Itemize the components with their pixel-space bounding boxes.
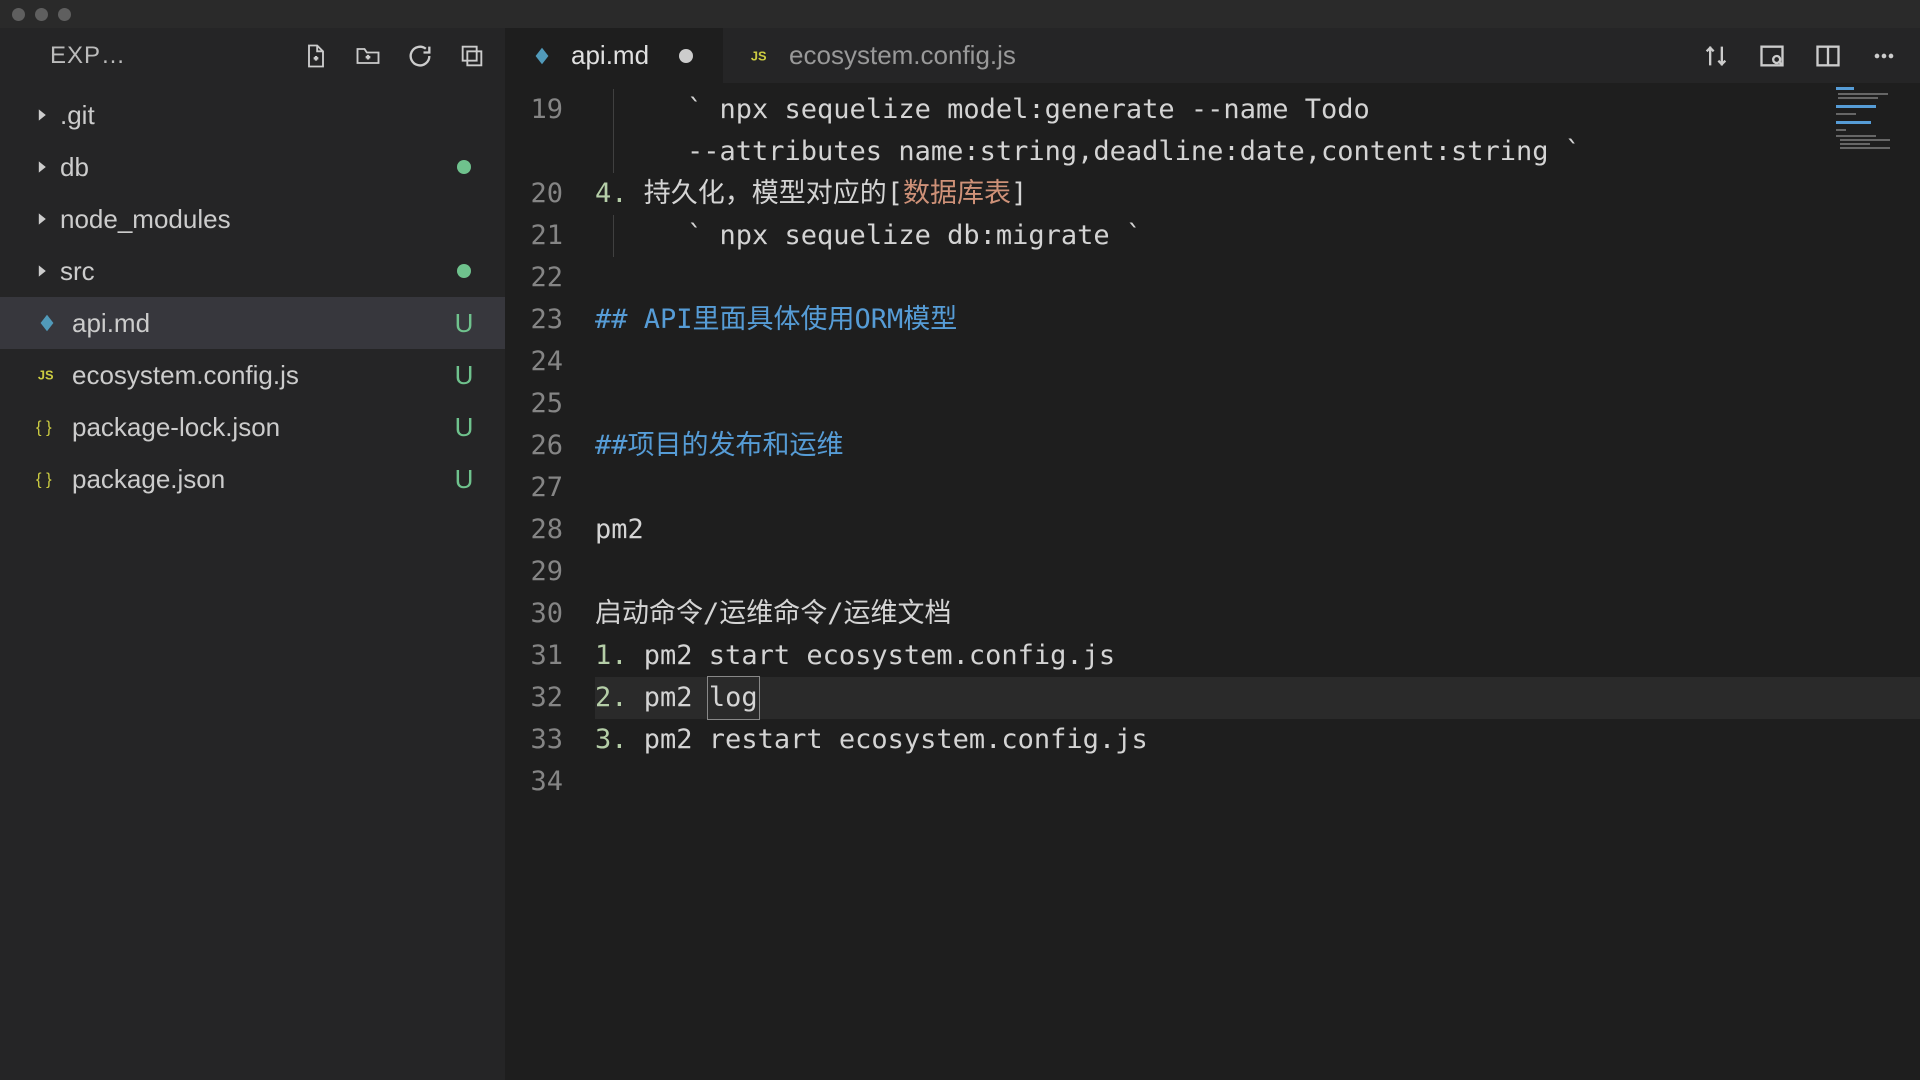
code-line[interactable] xyxy=(595,761,1920,803)
svg-text:JS: JS xyxy=(38,368,54,383)
modified-dot-icon xyxy=(679,49,693,63)
collapse-all-button[interactable] xyxy=(457,41,487,71)
preview-button[interactable] xyxy=(1754,38,1790,74)
line-number: 24 xyxy=(505,341,563,383)
folder-.git[interactable]: .git xyxy=(0,89,505,141)
line-number: 20 xyxy=(505,173,563,215)
chevron-right-icon xyxy=(32,212,54,226)
file-tree: .gitdbnode_modulessrcapi.mdUJSecosystem.… xyxy=(0,83,505,505)
tree-item-label: db xyxy=(60,152,457,183)
code-line[interactable]: --attributes name:string,deadline:date,c… xyxy=(595,131,1920,173)
git-status-badge: U xyxy=(449,360,479,391)
line-number: 23 xyxy=(505,299,563,341)
tab-label: ecosystem.config.js xyxy=(789,40,1016,71)
js-file-icon: JS xyxy=(745,45,775,67)
split-editor-button[interactable] xyxy=(1810,38,1846,74)
refresh-button[interactable] xyxy=(405,41,435,71)
git-status-badge: U xyxy=(449,308,479,339)
code-editor[interactable]: 19 202122232425262728293031323334 ` npx s… xyxy=(505,83,1920,1080)
json-file-icon: { } xyxy=(32,416,62,438)
line-number: 22 xyxy=(505,257,563,299)
file-api.md[interactable]: api.mdU xyxy=(0,297,505,349)
explorer-sidebar: EXP… .gitdbnode_modulessrcapi.mdUJSecosy… xyxy=(0,28,505,1080)
line-number: 25 xyxy=(505,383,563,425)
code-line[interactable]: ` npx sequelize model:generate --name To… xyxy=(595,89,1920,131)
chevron-right-icon xyxy=(32,264,54,278)
svg-text:{ }: { } xyxy=(36,419,52,437)
line-number: 34 xyxy=(505,761,563,803)
tab-ecosystem.config.js[interactable]: JS ecosystem.config.js xyxy=(723,28,1046,83)
code-line[interactable]: 3. pm2 restart ecosystem.config.js xyxy=(595,719,1920,761)
titlebar xyxy=(0,0,1920,28)
line-number: 19 xyxy=(505,89,563,131)
line-number: 30 xyxy=(505,593,563,635)
svg-text:JS: JS xyxy=(751,48,767,63)
tab-label: api.md xyxy=(571,40,649,71)
tree-item-label: package-lock.json xyxy=(72,412,449,443)
explorer-header: EXP… xyxy=(0,28,505,83)
folder-db[interactable]: db xyxy=(0,141,505,193)
md-file-icon xyxy=(32,312,62,334)
tree-item-label: .git xyxy=(60,100,479,131)
code-line[interactable] xyxy=(595,341,1920,383)
code-line[interactable] xyxy=(595,257,1920,299)
tree-item-label: node_modules xyxy=(60,204,479,235)
line-number: 33 xyxy=(505,719,563,761)
code-line[interactable]: 1. pm2 start ecosystem.config.js xyxy=(595,635,1920,677)
code-line[interactable]: 启动命令/运维命令/运维文档 xyxy=(595,593,1920,635)
line-number: 28 xyxy=(505,509,563,551)
line-number: 26 xyxy=(505,425,563,467)
code-line[interactable]: ` npx sequelize db:migrate ` xyxy=(595,215,1920,257)
md-file-icon xyxy=(527,45,557,67)
code-line[interactable]: pm2 xyxy=(595,509,1920,551)
tree-item-label: api.md xyxy=(72,308,449,339)
chevron-right-icon xyxy=(32,160,54,174)
json-file-icon: { } xyxy=(32,468,62,490)
code-line[interactable] xyxy=(595,467,1920,509)
zoom-window-button[interactable] xyxy=(58,8,71,21)
code-line[interactable]: ##项目的发布和运维 xyxy=(595,425,1920,467)
close-window-button[interactable] xyxy=(12,8,25,21)
compare-button[interactable] xyxy=(1698,38,1734,74)
line-number: 27 xyxy=(505,467,563,509)
more-actions-button[interactable] xyxy=(1866,38,1902,74)
editor-area: api.md JS ecosystem.config.js 19 2021222324… xyxy=(505,28,1920,1080)
tab-bar: api.md JS ecosystem.config.js xyxy=(505,28,1920,83)
code-content[interactable]: ` npx sequelize model:generate --name To… xyxy=(585,83,1920,1080)
new-folder-button[interactable] xyxy=(353,41,383,71)
line-number: 31 xyxy=(505,635,563,677)
file-package-lock.json[interactable]: { } package-lock.jsonU xyxy=(0,401,505,453)
file-package.json[interactable]: { } package.jsonU xyxy=(0,453,505,505)
new-file-button[interactable] xyxy=(301,41,331,71)
git-status-badge: U xyxy=(449,412,479,443)
line-number xyxy=(505,131,563,173)
line-number: 32 xyxy=(505,677,563,719)
svg-text:{ }: { } xyxy=(36,471,52,489)
folder-src[interactable]: src xyxy=(0,245,505,297)
minimap[interactable] xyxy=(1830,83,1920,163)
modified-dot-icon xyxy=(457,160,471,174)
code-line[interactable] xyxy=(595,383,1920,425)
git-status-badge: U xyxy=(449,464,479,495)
line-gutter: 19 202122232425262728293031323334 xyxy=(505,83,585,1080)
modified-dot-icon xyxy=(457,264,471,278)
tab-api.md[interactable]: api.md xyxy=(505,28,723,83)
line-number: 21 xyxy=(505,215,563,257)
tree-item-label: ecosystem.config.js xyxy=(72,360,449,391)
code-line[interactable]: 4. 持久化，模型对应的[数据库表] xyxy=(595,173,1920,215)
tree-item-label: package.json xyxy=(72,464,449,495)
line-number: 29 xyxy=(505,551,563,593)
chevron-right-icon xyxy=(32,108,54,122)
explorer-title: EXP… xyxy=(50,42,279,70)
code-line[interactable] xyxy=(595,551,1920,593)
code-line[interactable]: ## API里面具体使用ORM模型 xyxy=(595,299,1920,341)
tab-actions xyxy=(1698,28,1920,83)
tree-item-label: src xyxy=(60,256,457,287)
folder-node_modules[interactable]: node_modules xyxy=(0,193,505,245)
minimize-window-button[interactable] xyxy=(35,8,48,21)
code-line[interactable]: 2. pm2 logI xyxy=(595,677,1920,719)
js-file-icon: JS xyxy=(32,364,62,386)
file-ecosystem.config.js[interactable]: JS ecosystem.config.jsU xyxy=(0,349,505,401)
